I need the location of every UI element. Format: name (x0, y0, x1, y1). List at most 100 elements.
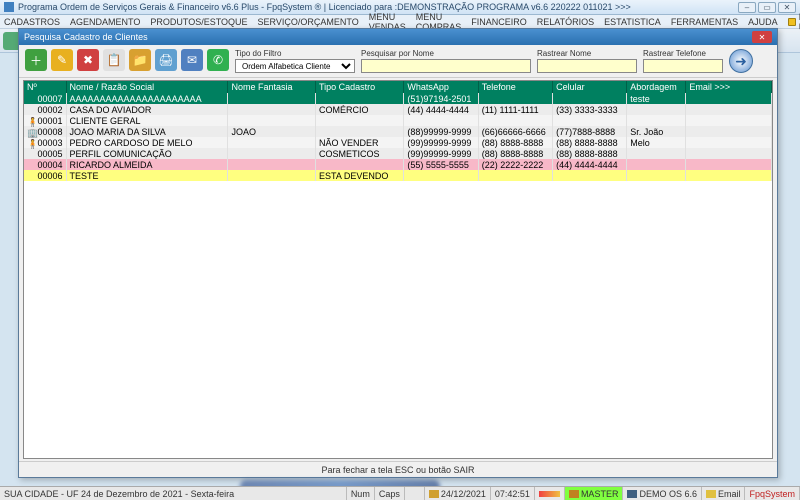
cell: NÃO VENDER (315, 137, 403, 148)
status-email[interactable]: Email (702, 487, 746, 500)
col-header[interactable]: Nº (24, 81, 66, 93)
col-header[interactable]: Telefone (478, 81, 552, 93)
folder-button[interactable]: 📁 (129, 49, 151, 71)
cell (228, 137, 316, 148)
cell: (99)99999-9999 (404, 148, 478, 159)
table-row[interactable]: 🧍 00003PEDRO CARDOSO DE MELONÃO VENDER(9… (24, 137, 772, 148)
cell (228, 159, 316, 170)
dialog-title: Pesquisa Cadastro de Clientes (24, 32, 752, 42)
cell (627, 159, 686, 170)
cell: (44) 4444-4444 (404, 104, 478, 115)
menu-relatorios[interactable]: RELATÓRIOS (537, 17, 594, 27)
col-header[interactable]: WhatsApp (404, 81, 478, 93)
copy-button[interactable]: 📋 (103, 49, 125, 71)
grid-header-row: NºNome / Razão SocialNome FantasiaTipo C… (24, 81, 772, 93)
add-button[interactable]: ＋ (25, 49, 47, 71)
track-phone-label: Rastrear Telefone (643, 49, 723, 58)
search-go-button[interactable]: ➜ (729, 49, 753, 73)
cell: Melo (627, 137, 686, 148)
table-row[interactable]: 00006TESTEESTA DEVENDO (24, 170, 772, 181)
menu-estatistica[interactable]: ESTATISTICA (604, 17, 661, 27)
table-row[interactable]: 🏢 00008JOAO MARIA DA SILVAJOAO (88)99999-… (24, 126, 772, 137)
cell: CLIENTE GERAL (66, 115, 228, 126)
cell: 00007 (24, 93, 66, 104)
cell: 00002 (24, 104, 66, 115)
mail-button[interactable]: ✉ (181, 49, 203, 71)
cell (627, 148, 686, 159)
search-dialog: Pesquisa Cadastro de Clientes ✕ ＋✎✖📋📁🖨✉✆… (18, 28, 778, 478)
cell (627, 104, 686, 115)
mail-icon (706, 490, 716, 498)
cell: (77)7888-8888 (553, 126, 627, 137)
cell (686, 126, 772, 137)
cell (315, 159, 403, 170)
results-grid[interactable]: NºNome / Razão SocialNome FantasiaTipo C… (23, 80, 773, 459)
delete-button[interactable]: ✖ (77, 49, 99, 71)
cell (404, 170, 478, 181)
cell (553, 93, 627, 104)
menu-servico[interactable]: SERVIÇO/ORÇAMENTO (258, 17, 359, 27)
status-time: 07:42:51 (491, 487, 535, 500)
cell: (88)99999-9999 (404, 126, 478, 137)
cell: JOAO (228, 126, 316, 137)
col-header[interactable]: Email >>> (686, 81, 772, 93)
cell (228, 115, 316, 126)
menu-ajuda[interactable]: AJUDA (748, 17, 778, 27)
col-header[interactable]: Celular (553, 81, 627, 93)
cell: 🏢 00008 (24, 126, 66, 137)
cell: JOAO MARIA DA SILVA (66, 126, 228, 137)
cell: ESTA DEVENDO (315, 170, 403, 181)
cell (478, 170, 552, 181)
cell (553, 115, 627, 126)
cell (478, 115, 552, 126)
status-caps: Caps (375, 487, 405, 500)
table-row[interactable]: 00007AAAAAAAAAAAAAAAAAAAAAA(51)97194-250… (24, 93, 772, 104)
menu-ferramentas[interactable]: FERRAMENTAS (671, 17, 738, 27)
col-header[interactable]: Abordagem (627, 81, 686, 93)
cell: 00005 (24, 148, 66, 159)
table-row[interactable]: 00004RICARDO ALMEIDA(55) 5555-5555(22) 2… (24, 159, 772, 170)
menu-cadastros[interactable]: CADASTROS (4, 17, 60, 27)
cell: 🧍 00003 (24, 137, 66, 148)
search-name-input[interactable] (361, 59, 531, 73)
status-city: SUA CIDADE - UF 24 de Dezembro de 2021 -… (0, 487, 347, 500)
cell (404, 115, 478, 126)
cell: (55) 5555-5555 (404, 159, 478, 170)
cell (686, 148, 772, 159)
status-demo: DEMO OS 6.6 (623, 487, 702, 500)
track-phone-input[interactable] (643, 59, 723, 73)
cell: TESTE (66, 170, 228, 181)
menu-financeiro[interactable]: FINANCEIRO (471, 17, 527, 27)
table-row[interactable]: 00002CASA DO AVIADORCOMÉRCIO(44) 4444-44… (24, 104, 772, 115)
cell: teste (627, 93, 686, 104)
table-row[interactable]: 🧍 00001CLIENTE GERAL (24, 115, 772, 126)
menu-agendamento[interactable]: AGENDAMENTO (70, 17, 140, 27)
cell: 00004 (24, 159, 66, 170)
edit-button[interactable]: ✎ (51, 49, 73, 71)
col-header[interactable]: Tipo Cadastro (315, 81, 403, 93)
cell: (66)66666-6666 (478, 126, 552, 137)
cell: CASA DO AVIADOR (66, 104, 228, 115)
menu-produtos[interactable]: PRODUTOS/ESTOQUE (150, 17, 247, 27)
status-fpq[interactable]: FpqSystem (745, 487, 800, 500)
col-header[interactable]: Nome / Razão Social (66, 81, 228, 93)
table-row[interactable]: 00005PERFIL COMUNICAÇÃOCOSMETICOS(99)999… (24, 148, 772, 159)
menubar: CADASTROS AGENDAMENTO PRODUTOS/ESTOQUE S… (0, 15, 800, 29)
whatsapp-button[interactable]: ✆ (207, 49, 229, 71)
maximize-button[interactable]: ▭ (758, 2, 776, 13)
track-name-input[interactable] (537, 59, 637, 73)
cell: (11) 1111-1111 (478, 104, 552, 115)
cell (686, 104, 772, 115)
cell: (88) 8888-8888 (553, 137, 627, 148)
cell: PEDRO CARDOSO DE MELO (66, 137, 228, 148)
dialog-close-button[interactable]: ✕ (752, 31, 772, 43)
status-master: MASTER (565, 487, 624, 500)
minimize-button[interactable]: – (738, 2, 756, 13)
row-type-icon (27, 161, 35, 169)
row-type-icon: 🧍 (27, 117, 35, 125)
print-button[interactable]: 🖨 (155, 49, 177, 71)
cell: (33) 3333-3333 (553, 104, 627, 115)
filter-type-select[interactable]: Ordem Alfabetica Cliente (235, 59, 355, 73)
col-header[interactable]: Nome Fantasia (228, 81, 316, 93)
status-date: 24/12/2021 (425, 487, 491, 500)
